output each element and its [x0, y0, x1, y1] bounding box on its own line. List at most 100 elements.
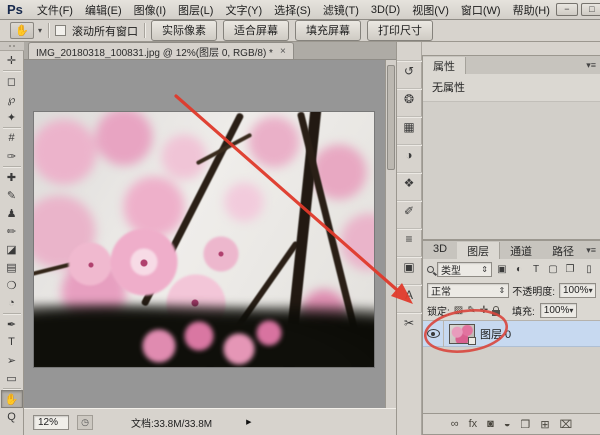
magic-wand-tool[interactable]: ✦: [1, 108, 23, 126]
menu-filter[interactable]: 滤镜(T): [317, 2, 365, 18]
hand-tool[interactable]: ✋: [1, 390, 23, 408]
pixel-layer-filter-icon[interactable]: ▣: [495, 262, 509, 277]
menu-help[interactable]: 帮助(H): [507, 2, 556, 18]
minimize-button[interactable]: −: [556, 3, 578, 16]
eraser-tool[interactable]: ◪: [1, 240, 23, 258]
scrollbar-thumb[interactable]: [387, 65, 395, 170]
tab-3d[interactable]: 3D: [423, 242, 457, 259]
link-layers-icon[interactable]: ∞: [451, 418, 459, 430]
character-panel-icon[interactable]: A: [397, 284, 422, 304]
fit-screen-button[interactable]: 适合屏幕: [223, 20, 289, 41]
layer-visibility-cell[interactable]: [423, 321, 444, 347]
adjustment-layer-filter-icon[interactable]: ◐: [512, 262, 526, 277]
hand-tool-preset-button[interactable]: ✋: [10, 22, 34, 39]
layer-style-icon[interactable]: fx: [469, 418, 478, 430]
toolbox-collapse-grip[interactable]: [0, 42, 24, 51]
dodge-tool[interactable]: ◔: [1, 294, 23, 312]
lock-image-pixels-icon[interactable]: ✎: [467, 305, 475, 316]
delete-layer-icon[interactable]: ⌧: [560, 418, 573, 431]
menu-type[interactable]: 文字(Y): [219, 2, 268, 18]
history-brush-tool[interactable]: ✏: [1, 222, 23, 240]
scroll-all-windows-label[interactable]: 滚动所有窗口: [72, 23, 138, 39]
clone-stamp-tool[interactable]: ♟: [1, 204, 23, 222]
new-adjustment-layer-icon[interactable]: ◒: [504, 418, 511, 430]
clone-source-panel-icon[interactable]: ▣: [397, 256, 422, 276]
document-area: IMG_20180318_100831.jpg @ 12%(图层 0, RGB/…: [24, 42, 396, 408]
filter-toggle-icon[interactable]: ▯: [582, 262, 596, 277]
separator: [48, 23, 49, 38]
swatches-panel-icon[interactable]: ▦: [397, 116, 422, 136]
tools-panel-icon[interactable]: ✂: [397, 312, 422, 332]
path-selection-tool[interactable]: ➢: [1, 351, 23, 369]
status-menu-icon[interactable]: ◷: [77, 415, 93, 430]
shape-tool[interactable]: ▭: [1, 369, 23, 387]
tab-channels[interactable]: 通道: [500, 242, 542, 259]
menu-edit[interactable]: 编辑(E): [79, 2, 128, 18]
add-layer-mask-icon[interactable]: ◙: [487, 418, 494, 430]
layer-row-selected[interactable]: 图层 0: [423, 321, 600, 347]
pen-tool[interactable]: ✒: [1, 315, 23, 333]
history-panel-icon[interactable]: ↺: [397, 60, 422, 80]
layer-name: 图层 0: [480, 326, 511, 342]
print-size-button[interactable]: 打印尺寸: [367, 20, 433, 41]
shape-layer-filter-icon[interactable]: ▢: [546, 262, 560, 277]
menu-select[interactable]: 选择(S): [268, 2, 317, 18]
color-panel-icon[interactable]: ❂: [397, 88, 422, 108]
chevron-down-icon[interactable]: ▾: [38, 26, 42, 35]
layers-bottom-bar: ∞ fx ◙ ◒ ❐ ⊞ ⌧: [423, 413, 600, 434]
crop-tool[interactable]: #: [1, 129, 23, 147]
adjustments-panel-icon[interactable]: ◑: [397, 144, 422, 164]
menu-image[interactable]: 图像(I): [128, 2, 172, 18]
chevron-down-icon: ▾: [589, 286, 593, 295]
lasso-tool[interactable]: ℘: [1, 90, 23, 108]
opacity-select[interactable]: 100% ▾: [559, 283, 596, 298]
type-tool[interactable]: T: [1, 333, 23, 351]
healing-brush-tool[interactable]: ✚: [1, 168, 23, 186]
canvas-vertical-scrollbar[interactable]: [385, 60, 396, 408]
menu-layer[interactable]: 图层(L): [172, 2, 219, 18]
photo-bottom-blossoms: [129, 311, 294, 367]
menu-file[interactable]: 文件(F): [31, 2, 79, 18]
canvas[interactable]: [24, 60, 396, 408]
document-tab[interactable]: IMG_20180318_100831.jpg @ 12%(图层 0, RGB/…: [28, 42, 294, 59]
properties-panel-header: 属性 ▾≡: [423, 56, 600, 74]
tab-properties[interactable]: 属性: [423, 57, 466, 74]
actual-pixels-button[interactable]: 实际像素: [151, 20, 217, 41]
blend-mode-select[interactable]: 正常 ⇕: [427, 283, 509, 298]
tool-presets-panel-icon[interactable]: ≡: [397, 228, 422, 248]
updown-arrows-icon: ⇕: [499, 286, 506, 295]
tab-close-icon[interactable]: ×: [280, 46, 286, 57]
new-layer-icon[interactable]: ⊞: [540, 418, 549, 431]
menu-3d[interactable]: 3D(D): [365, 4, 406, 16]
maximize-button[interactable]: □: [581, 3, 600, 16]
brush-panel-icon[interactable]: ✐: [397, 200, 422, 220]
tab-layers[interactable]: 图层: [457, 242, 500, 259]
eyedropper-tool[interactable]: ✑: [1, 147, 23, 165]
panel-menu-icon[interactable]: ▾≡: [586, 245, 596, 256]
menu-view[interactable]: 视图(V): [406, 2, 455, 18]
lock-all-icon[interactable]: [492, 310, 500, 316]
styles-panel-icon[interactable]: ❖: [397, 172, 422, 192]
tab-paths[interactable]: 路径: [542, 242, 584, 259]
lock-position-icon[interactable]: ✛: [480, 305, 488, 316]
gradient-tool[interactable]: ▤: [1, 258, 23, 276]
marquee-tool[interactable]: ◻: [1, 72, 23, 90]
status-expand-icon[interactable]: ▶: [246, 418, 251, 426]
fill-screen-button[interactable]: 填充屏幕: [295, 20, 361, 41]
brush-tool[interactable]: ✎: [1, 186, 23, 204]
toolbox-separator: [3, 70, 21, 71]
scroll-all-windows-checkbox[interactable]: [55, 25, 66, 36]
panel-menu-icon[interactable]: ▾≡: [586, 60, 596, 71]
layer-thumbnail[interactable]: [449, 324, 475, 344]
menu-window[interactable]: 窗口(W): [455, 2, 507, 18]
blur-tool[interactable]: ❍: [1, 276, 23, 294]
smart-object-filter-icon[interactable]: ❐: [563, 262, 577, 277]
fill-select[interactable]: 100% ▾: [540, 303, 577, 318]
type-layer-filter-icon[interactable]: T: [529, 262, 543, 277]
move-tool[interactable]: ✛: [1, 51, 23, 69]
lock-transparent-pixels-icon[interactable]: ▨: [454, 305, 463, 316]
new-group-icon[interactable]: ❐: [520, 418, 530, 431]
filter-kind-select[interactable]: 类型 ⇕: [437, 262, 492, 277]
zoom-tool[interactable]: Q: [1, 408, 23, 426]
zoom-level-field[interactable]: 12%: [33, 415, 69, 430]
